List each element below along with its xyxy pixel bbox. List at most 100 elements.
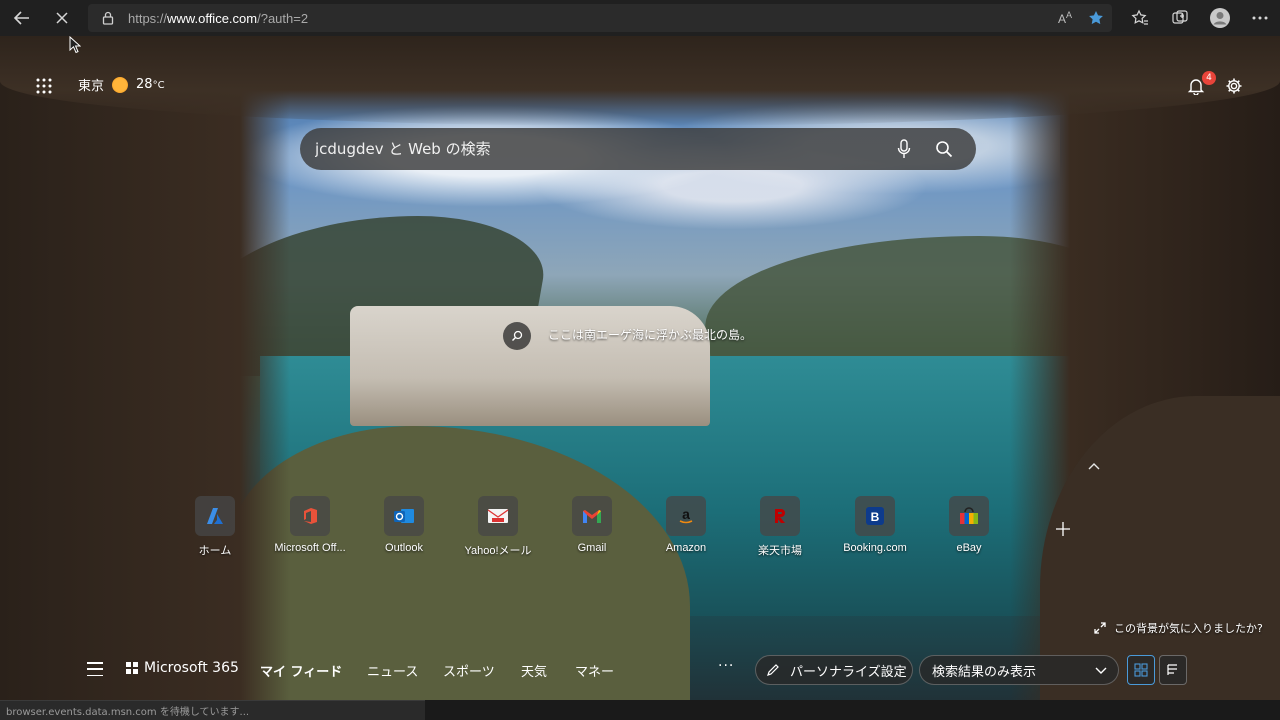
- tab-my-feed[interactable]: マイ フィード: [260, 661, 342, 680]
- stop-button[interactable]: [44, 0, 80, 36]
- browser-toolbar: https://www.office.com/?auth=2 AA: [0, 0, 1280, 36]
- quick-link-tile[interactable]: [949, 496, 989, 536]
- rakuten-icon: [775, 509, 785, 523]
- quick-link-tile[interactable]: B: [855, 496, 895, 536]
- outlook-icon: [394, 509, 414, 523]
- personalize-button[interactable]: パーソナライズ設定: [755, 655, 913, 685]
- grid-view-button[interactable]: [1127, 655, 1155, 685]
- grid-dots-icon: [36, 78, 52, 94]
- weather-temp-value: 28: [136, 77, 153, 92]
- url-domain: www.office.com: [167, 10, 258, 26]
- quick-link-label: Booking.com: [843, 542, 907, 554]
- web-search-box[interactable]: [300, 128, 976, 170]
- quick-link-booking[interactable]: B Booking.com: [827, 496, 923, 554]
- quick-link-label: Microsoft Off...: [274, 542, 346, 554]
- booking-icon: B: [866, 507, 884, 525]
- status-bar: browser.events.data.msn.com を待機しています...: [0, 700, 425, 720]
- profile-button[interactable]: [1200, 0, 1240, 36]
- quick-link-tile[interactable]: a: [666, 496, 706, 536]
- yahoo-mail-icon: [487, 509, 509, 523]
- back-button[interactable]: [4, 0, 40, 36]
- app-launcher-button[interactable]: [32, 74, 56, 98]
- list-view-button[interactable]: [1159, 655, 1187, 685]
- arrow-left-icon: [13, 11, 29, 25]
- quick-link-label: eBay: [956, 542, 982, 554]
- quick-link-gmail[interactable]: Gmail: [544, 496, 640, 554]
- read-aloud-icon[interactable]: AA: [1058, 10, 1072, 26]
- add-quick-link-button[interactable]: [1053, 519, 1073, 539]
- notification-badge: 4: [1202, 71, 1216, 85]
- quick-link-label: Yahoo!メール: [464, 545, 532, 557]
- quick-link-tile[interactable]: [195, 496, 235, 536]
- search-icon: [936, 141, 953, 158]
- weather-widget[interactable]: 東京 28°C: [78, 75, 165, 94]
- quick-link-yahoo-mail[interactable]: Yahoo!メール: [450, 496, 546, 558]
- quick-link-tile[interactable]: [478, 496, 518, 536]
- pencil-icon: [767, 664, 779, 676]
- quick-link-amazon[interactable]: a Amazon: [638, 496, 734, 554]
- favorites-icon: [1131, 9, 1148, 25]
- image-info-button[interactable]: [503, 322, 531, 350]
- image-caption[interactable]: ここは南エーゲ海に浮かぶ最北の島。: [548, 326, 752, 343]
- expand-icon: [1094, 622, 1106, 634]
- tab-money[interactable]: マネー: [575, 661, 614, 680]
- lock-icon[interactable]: [88, 11, 128, 25]
- microphone-icon: [897, 139, 911, 158]
- quick-link-home[interactable]: ホーム: [167, 496, 263, 558]
- mouse-cursor-icon: [69, 36, 81, 54]
- address-bar[interactable]: https://www.office.com/?auth=2 AA: [88, 4, 1112, 32]
- tab-weather[interactable]: 天気: [521, 661, 547, 680]
- quick-link-label: Gmail: [577, 542, 607, 554]
- background-feedback[interactable]: この背景が気に入りましたか?: [1094, 620, 1263, 636]
- background-feedback-text: この背景が気に入りましたか?: [1114, 622, 1263, 635]
- quick-link-tile[interactable]: [760, 496, 800, 536]
- quick-link-tile[interactable]: [572, 496, 612, 536]
- microsoft-365-link[interactable]: Microsoft 365: [126, 660, 239, 676]
- settings-more-button[interactable]: [1240, 0, 1280, 36]
- address-actions: AA: [1058, 4, 1104, 32]
- page-settings-button[interactable]: [1222, 74, 1246, 98]
- search-icon: [512, 330, 523, 341]
- gmail-icon: [583, 510, 601, 523]
- more-tabs-button[interactable]: ···: [718, 658, 734, 674]
- list-icon: [1167, 664, 1177, 675]
- feed-filter-select[interactable]: 検索結果のみ表示: [919, 655, 1119, 685]
- quick-link-outlook[interactable]: Outlook: [356, 496, 452, 554]
- avatar-icon: [1210, 8, 1230, 28]
- favorite-star-icon[interactable]: [1088, 10, 1104, 26]
- quick-link-tile[interactable]: [290, 496, 330, 536]
- status-bar-empty: [425, 700, 1280, 720]
- search-input[interactable]: [315, 140, 875, 158]
- quick-link-label: Amazon: [665, 542, 707, 554]
- quick-link-rakuten[interactable]: 楽天市場: [732, 496, 828, 558]
- toolbar-right: [1120, 0, 1280, 36]
- url-prefix: https://: [128, 10, 168, 26]
- quick-links: ホーム Microsoft Off... Outlook Yahoo!メール G…: [0, 496, 1280, 560]
- quick-link-label: Outlook: [385, 542, 423, 554]
- ebay-icon: [960, 507, 978, 524]
- office-icon: [304, 508, 317, 524]
- quick-link-tile[interactable]: [384, 496, 424, 536]
- quick-link-label: 楽天市場: [758, 545, 802, 557]
- menu-button[interactable]: [87, 662, 103, 676]
- url-text[interactable]: https://www.office.com/?auth=2: [128, 11, 308, 26]
- collections-button[interactable]: [1160, 0, 1200, 36]
- cave-top: [0, 36, 1280, 126]
- collections-icon: [1172, 10, 1188, 24]
- weather-unit: °C: [152, 80, 165, 91]
- favorites-button[interactable]: [1120, 0, 1160, 36]
- search-submit-button[interactable]: [932, 137, 956, 161]
- feed-navigation: Microsoft 365 マイ フィード ニュース スポーツ 天気 マネー ·…: [0, 650, 1280, 690]
- sunny-icon: [112, 76, 129, 93]
- quick-link-office[interactable]: Microsoft Off...: [262, 496, 358, 554]
- tab-news[interactable]: ニュース: [367, 661, 418, 680]
- quick-link-ebay[interactable]: eBay: [921, 496, 1017, 554]
- personalize-label: パーソナライズ設定: [790, 664, 907, 680]
- collapse-links-button[interactable]: [1086, 458, 1102, 474]
- tab-sports[interactable]: スポーツ: [443, 661, 495, 680]
- microsoft-365-label: Microsoft 365: [144, 660, 239, 676]
- grid-icon: [1134, 663, 1148, 677]
- amazon-icon: a: [679, 506, 693, 524]
- weather-temp: 28°C: [136, 77, 165, 92]
- voice-search-button[interactable]: [892, 137, 916, 161]
